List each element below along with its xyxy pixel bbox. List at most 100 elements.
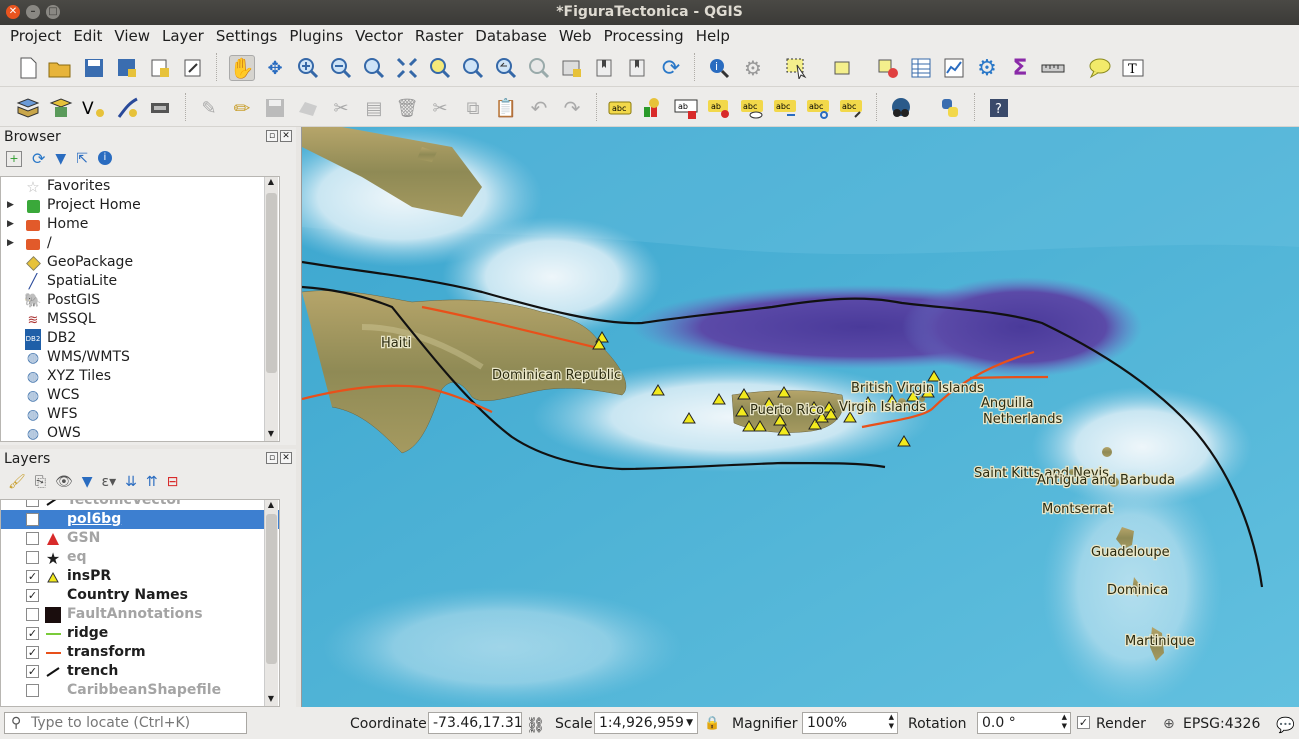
measure-icon[interactable] [1040,55,1066,81]
layer-row-tectonicvector[interactable]: TectonicVector [1,500,279,510]
remove-layer-icon[interactable]: ⊟ [167,474,179,490]
add-selected-layers-icon[interactable]: + [6,151,22,167]
vertex-tool-icon[interactable]: ✂ [328,95,354,121]
paste-features-icon[interactable]: 📋 [493,95,519,121]
help-icon[interactable]: ? [986,95,1012,121]
new-shapefile-icon[interactable]: V [81,95,107,121]
python-console-icon[interactable] [937,95,963,121]
minimize-window-button[interactable]: – [26,5,40,19]
layer-visibility-checkbox[interactable]: ✓ [26,627,39,640]
menu-web[interactable]: Web [553,25,598,49]
browser-item-wcs[interactable]: ◍ WCS [1,386,279,405]
layer-visibility-checkbox[interactable] [26,500,39,507]
zoom-last-icon[interactable] [493,55,519,81]
menu-database[interactable]: Database [469,25,553,49]
refresh-browser-icon[interactable]: ⟳ [32,151,45,167]
open-project-icon[interactable] [47,55,73,81]
refresh-icon[interactable]: ⟳ [658,55,684,81]
save-project-icon[interactable] [81,55,107,81]
layer-row-pol6bg[interactable]: pol6bg [1,510,279,529]
add-vector-layer-icon[interactable] [15,95,41,121]
zoom-next-icon[interactable] [526,55,552,81]
map-tips-icon[interactable] [1087,55,1113,81]
browser-item-geopackage[interactable]: GeoPackage [1,253,279,272]
current-edits-icon[interactable]: ✎ [196,95,222,121]
browser-item-spatialite[interactable]: ╱ SpatiaLite [1,272,279,291]
delete-selected-icon[interactable]: 🗑 [394,95,420,121]
browser-item-wfs[interactable]: ◍ WFS [1,405,279,424]
diagram-options-icon[interactable] [640,95,666,121]
float-panel-icon[interactable]: ▫ [266,452,278,464]
close-window-button[interactable]: ✕ [6,5,20,19]
text-annotation-icon[interactable]: T [1120,55,1146,81]
statistics-icon[interactable] [941,55,967,81]
show-hide-labels-icon[interactable]: abc [739,95,765,121]
menu-vector[interactable]: Vector [349,25,409,49]
pan-map-icon[interactable]: ✋ [229,55,255,81]
menu-help[interactable]: Help [690,25,736,49]
float-panel-icon[interactable]: ▫ [266,130,278,142]
layer-row-transform[interactable]: ✓ transform [1,643,279,662]
properties-icon[interactable]: i [97,151,112,165]
render-checkbox[interactable]: ✓ [1077,716,1090,729]
maximize-window-button[interactable]: □ [46,5,60,19]
expand-all-icon[interactable]: ⇊ [125,474,137,490]
cut-features-icon[interactable]: ✂ [427,95,453,121]
new-print-layout-icon[interactable] [147,55,173,81]
new-virtual-layer-icon[interactable] [147,95,173,121]
layer-labeling-icon[interactable]: abc [607,95,633,121]
layer-row-trench[interactable]: ✓ trench [1,662,279,681]
move-label-icon[interactable]: abc [772,95,798,121]
georeferencer-icon[interactable] [888,95,914,121]
locator-input[interactable]: ⚲ Type to locate (Ctrl+K) [4,712,247,734]
magnifier-spinbox[interactable]: 100% ▲ ▼ [802,712,898,734]
modify-attributes-icon[interactable]: ▤ [361,95,387,121]
show-bookmarks-icon[interactable] [625,55,651,81]
run-feature-action-icon[interactable]: ⚙ [740,55,766,81]
browser-item-project-home[interactable]: ▶ Project Home [1,196,279,215]
style-manager-icon[interactable]: 🖌 [8,474,26,490]
zoom-to-layer-icon[interactable] [460,55,486,81]
layer-visibility-checkbox[interactable] [26,684,39,697]
toggle-editing-icon[interactable]: ✏ [229,95,255,121]
layer-visibility-checkbox[interactable]: ✓ [26,589,39,602]
attribute-table-icon[interactable] [908,55,934,81]
browser-item-favorites[interactable]: ☆ Favorites [1,177,279,196]
add-raster-layer-icon[interactable] [48,95,74,121]
browser-item-ows[interactable]: ◍ OWS [1,424,279,441]
change-label-icon[interactable]: abc [838,95,864,121]
highlight-pinned-labels-icon[interactable]: ab [673,95,699,121]
layout-manager-icon[interactable] [180,55,206,81]
menu-project[interactable]: Project [4,25,67,49]
add-group-icon[interactable]: ⎘ [35,474,46,490]
browser-item-home[interactable]: ▶ Home [1,215,279,234]
filter-expression-icon[interactable]: ε▾ [102,474,117,490]
expand-arrow-icon[interactable]: ▶ [7,215,14,234]
layer-visibility-checkbox[interactable]: ✓ [26,570,39,583]
layer-visibility-checkbox[interactable]: ✓ [26,646,39,659]
new-bookmark-icon[interactable] [592,55,618,81]
undo-icon[interactable]: ↶ [526,95,552,121]
scale-combobox[interactable]: 1:4,926,959 ▼ [594,712,698,734]
browser-item-postgis[interactable]: 🐘 PostGIS [1,291,279,310]
zoom-full-icon[interactable] [394,55,420,81]
browser-item-wms-wmts[interactable]: ◍ WMS/WMTS [1,348,279,367]
rotation-spinbox[interactable]: 0.0 ° ▲ ▼ [977,712,1071,734]
extents-toggle-icon[interactable]: ⛓ [526,716,545,734]
browser-item-db2[interactable]: DB2 DB2 [1,328,279,350]
layer-visibility-checkbox[interactable] [26,532,39,545]
layer-row-caribbeanshapefile[interactable]: CaribbeanShapefile [1,681,279,700]
new-map-view-icon[interactable] [559,55,585,81]
browser-item-mssql[interactable]: ≋ MSSQL [1,310,279,329]
deselect-features-icon[interactable] [875,55,901,81]
menu-view[interactable]: View [108,25,156,49]
menu-layer[interactable]: Layer [156,25,210,49]
layer-row-gsn[interactable]: GSN [1,529,279,548]
expand-arrow-icon[interactable]: ▶ [7,234,14,253]
coordinate-field[interactable]: -73.46,17.31 [428,712,523,734]
layers-scrollbar[interactable]: ▲ ▼ [264,500,278,706]
zoom-to-selection-icon[interactable] [427,55,453,81]
layer-row-eq[interactable]: ★ eq [1,548,279,568]
map-canvas[interactable]: Haiti Dominican Republic Puerto Rico Britis… [301,127,1299,707]
add-feature-icon[interactable] [295,95,321,121]
